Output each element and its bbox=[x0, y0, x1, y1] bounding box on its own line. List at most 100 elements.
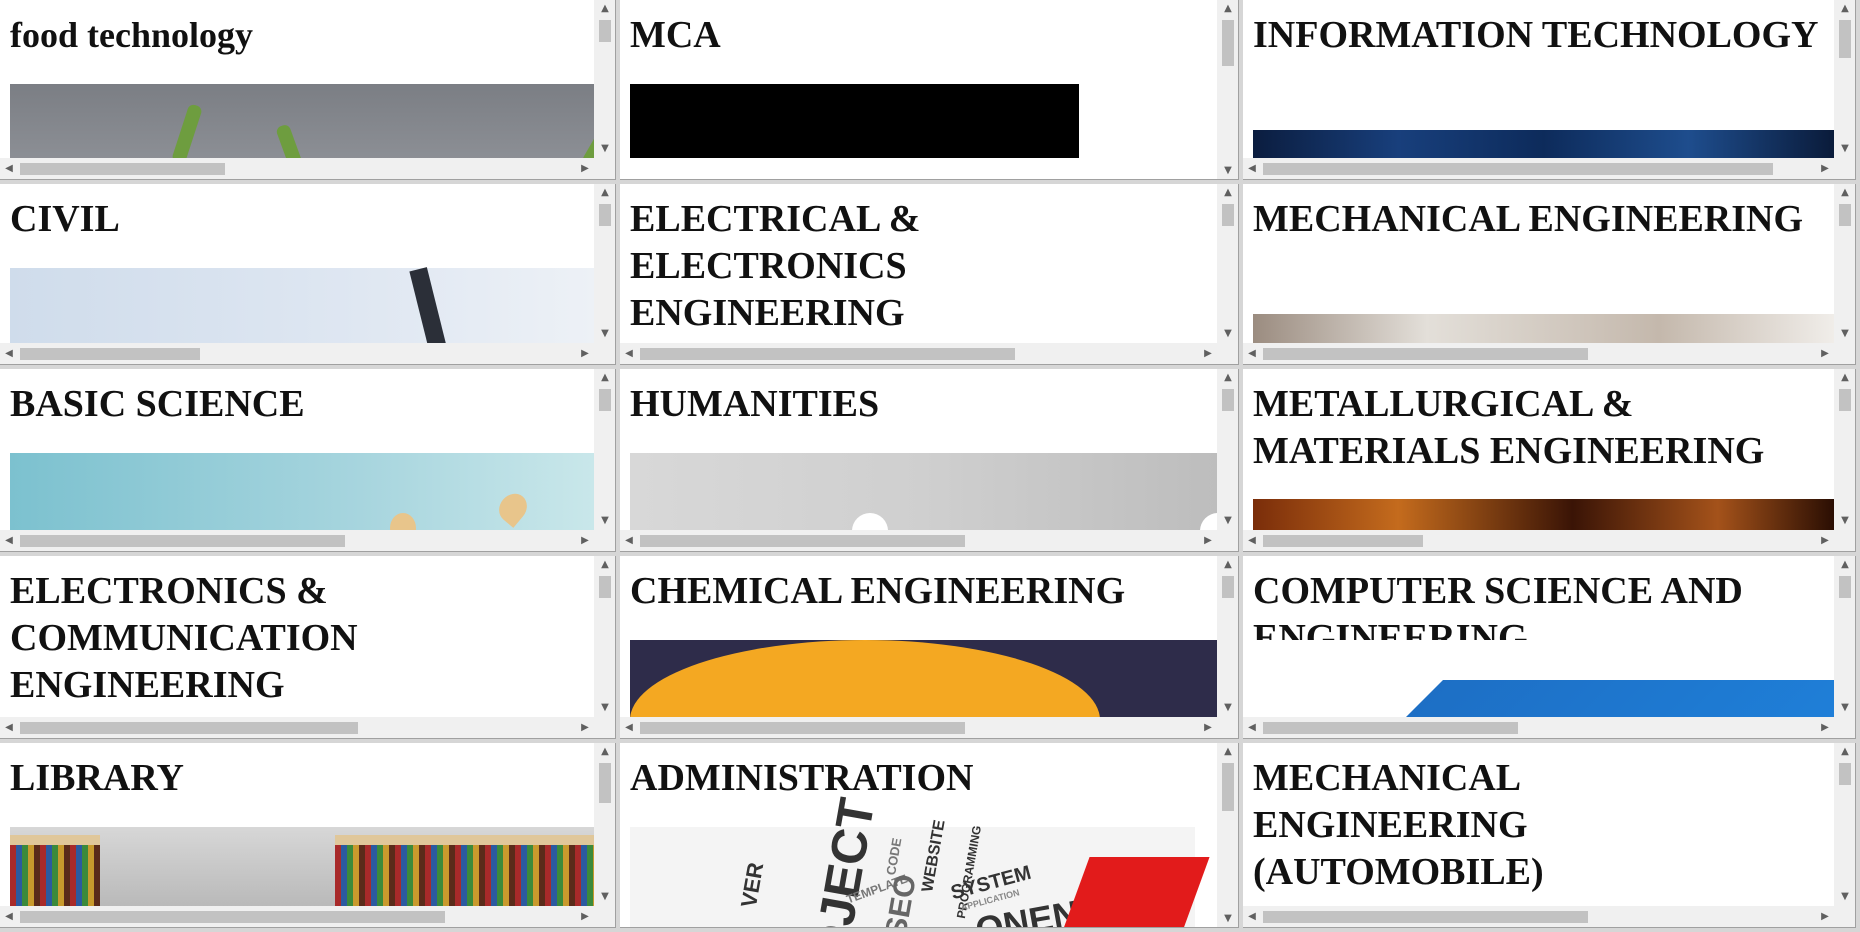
vertical-scrollbar[interactable]: ▲ ▼ bbox=[594, 369, 616, 530]
scrollbar-thumb[interactable] bbox=[599, 20, 611, 42]
vertical-scrollbar[interactable]: ▲ ▼ bbox=[1217, 369, 1239, 530]
scroll-down-arrow-icon[interactable]: ▼ bbox=[1217, 512, 1239, 530]
frame-image[interactable] bbox=[630, 453, 1217, 530]
scrollbar-thumb[interactable] bbox=[1222, 763, 1234, 811]
horizontal-scrollbar[interactable]: ◀ ▶ bbox=[1243, 530, 1834, 552]
frame-image[interactable] bbox=[10, 267, 594, 343]
scrollbar-thumb[interactable] bbox=[1839, 576, 1851, 598]
scroll-up-arrow-icon[interactable]: ▲ bbox=[1834, 743, 1856, 761]
scrollbar-thumb[interactable] bbox=[1263, 163, 1773, 175]
horizontal-scrollbar[interactable]: ◀ ▶ bbox=[1243, 343, 1834, 365]
scroll-right-arrow-icon[interactable]: ▶ bbox=[1199, 530, 1217, 552]
scroll-up-arrow-icon[interactable]: ▲ bbox=[1834, 556, 1856, 574]
scroll-right-arrow-icon[interactable]: ▶ bbox=[576, 343, 594, 365]
frame-mechanical-automobile[interactable]: MECHANICAL ENGINEERING (AUTOMOBILE) ▲ ▼ ◀… bbox=[1243, 743, 1860, 932]
scroll-left-arrow-icon[interactable]: ◀ bbox=[1243, 343, 1261, 365]
scroll-down-arrow-icon[interactable]: ▼ bbox=[594, 888, 616, 906]
horizontal-scrollbar[interactable]: ◀ ▶ bbox=[1243, 906, 1834, 928]
frame-image[interactable] bbox=[10, 827, 594, 906]
scrollbar-thumb[interactable] bbox=[1222, 576, 1234, 598]
scrollbar-thumb[interactable] bbox=[599, 763, 611, 803]
vertical-scrollbar[interactable]: ▲ ▼ bbox=[1834, 0, 1856, 158]
scroll-left-arrow-icon[interactable]: ◀ bbox=[0, 343, 18, 365]
frame-metallurgical[interactable]: METALLURGICAL & MATERIALS ENGINEERING ▲ ▼… bbox=[1243, 369, 1860, 556]
frame-image[interactable] bbox=[1253, 499, 1834, 530]
vertical-scrollbar[interactable]: ▲ ▼ bbox=[594, 0, 616, 158]
scrollbar-thumb[interactable] bbox=[1839, 204, 1851, 226]
frame-title[interactable]: LIBRARY bbox=[10, 755, 594, 802]
scroll-down-arrow-icon[interactable]: ▼ bbox=[1834, 325, 1856, 343]
scrollbar-thumb[interactable] bbox=[1222, 204, 1234, 226]
frame-title[interactable]: CIVIL bbox=[10, 196, 594, 243]
frame-chemical[interactable]: CHEMICAL ENGINEERING ▲ ▼ ◀ ▶ bbox=[620, 556, 1243, 743]
scroll-down-arrow-icon[interactable]: ▼ bbox=[1834, 699, 1856, 717]
scroll-down-arrow-icon[interactable]: ▼ bbox=[1217, 162, 1239, 180]
vertical-scrollbar[interactable]: ▲ ▼ bbox=[1834, 556, 1856, 717]
frame-title[interactable]: ADMINISTRATION bbox=[630, 755, 1217, 802]
scroll-up-arrow-icon[interactable]: ▲ bbox=[594, 0, 616, 18]
frame-food-technology[interactable]: food technology ▲ ▼ ◀ ▶ bbox=[0, 0, 620, 184]
frame-title[interactable]: BASIC SCIENCE bbox=[10, 381, 594, 428]
scroll-right-arrow-icon[interactable]: ▶ bbox=[1199, 343, 1217, 365]
scrollbar-thumb[interactable] bbox=[20, 163, 225, 175]
frame-image[interactable] bbox=[10, 453, 594, 530]
frame-image[interactable] bbox=[1253, 314, 1834, 343]
horizontal-scrollbar[interactable]: ◀ ▶ bbox=[0, 343, 594, 365]
vertical-scrollbar[interactable]: ▲ ▼ bbox=[594, 743, 616, 906]
frame-civil[interactable]: CIVIL ▲ ▼ ◀ ▶ bbox=[0, 184, 620, 369]
scrollbar-thumb[interactable] bbox=[1222, 389, 1234, 411]
frame-ece[interactable]: ELECTRONICS & COMMUNICATION ENGINEERING … bbox=[0, 556, 620, 743]
scroll-up-arrow-icon[interactable]: ▲ bbox=[1217, 369, 1239, 387]
frame-title[interactable]: food technology bbox=[10, 12, 594, 59]
scrollbar-thumb[interactable] bbox=[1263, 535, 1423, 547]
scroll-right-arrow-icon[interactable]: ▶ bbox=[576, 158, 594, 180]
frame-administration[interactable]: ADMINISTRATION VER OJECT TEMPLATE CODE W… bbox=[620, 743, 1243, 932]
scroll-up-arrow-icon[interactable]: ▲ bbox=[594, 743, 616, 761]
frame-image[interactable] bbox=[1253, 640, 1834, 717]
vertical-scrollbar[interactable]: ▲ ▼ bbox=[1217, 0, 1239, 180]
scrollbar-thumb[interactable] bbox=[1839, 763, 1851, 785]
scroll-left-arrow-icon[interactable]: ◀ bbox=[0, 158, 18, 180]
frame-library[interactable]: LIBRARY ▲ ▼ ◀ ▶ bbox=[0, 743, 620, 932]
frame-title[interactable]: CHEMICAL ENGINEERING bbox=[630, 568, 1217, 615]
scroll-left-arrow-icon[interactable]: ◀ bbox=[1243, 158, 1261, 180]
scroll-up-arrow-icon[interactable]: ▲ bbox=[1834, 369, 1856, 387]
scrollbar-thumb[interactable] bbox=[640, 535, 965, 547]
scrollbar-thumb[interactable] bbox=[20, 722, 358, 734]
scroll-left-arrow-icon[interactable]: ◀ bbox=[620, 717, 638, 739]
scrollbar-thumb[interactable] bbox=[1263, 911, 1588, 923]
scroll-down-arrow-icon[interactable]: ▼ bbox=[1217, 910, 1239, 928]
frame-title[interactable]: ELECTRONICS & COMMUNICATION ENGINEERING bbox=[10, 568, 490, 709]
scrollbar-thumb[interactable] bbox=[640, 348, 1015, 360]
frame-humanities[interactable]: HUMANITIES ▲ ▼ ◀ ▶ bbox=[620, 369, 1243, 556]
frame-image[interactable] bbox=[630, 640, 1217, 717]
horizontal-scrollbar[interactable]: ◀ ▶ bbox=[1243, 717, 1834, 739]
scroll-up-arrow-icon[interactable]: ▲ bbox=[1217, 184, 1239, 202]
scrollbar-thumb[interactable] bbox=[1263, 722, 1518, 734]
scrollbar-thumb[interactable] bbox=[599, 204, 611, 226]
scroll-up-arrow-icon[interactable]: ▲ bbox=[1834, 184, 1856, 202]
scroll-left-arrow-icon[interactable]: ◀ bbox=[1243, 530, 1261, 552]
vertical-scrollbar[interactable]: ▲ ▼ bbox=[594, 184, 616, 343]
scroll-up-arrow-icon[interactable]: ▲ bbox=[1217, 556, 1239, 574]
scroll-up-arrow-icon[interactable]: ▲ bbox=[1217, 0, 1239, 18]
frame-mechanical[interactable]: MECHANICAL ENGINEERING ▲ ▼ ◀ ▶ bbox=[1243, 184, 1860, 369]
vertical-scrollbar[interactable]: ▲ ▼ bbox=[1834, 369, 1856, 530]
scrollbar-thumb[interactable] bbox=[20, 348, 200, 360]
scroll-up-arrow-icon[interactable]: ▲ bbox=[594, 184, 616, 202]
frame-title[interactable]: ELECTRICAL & ELECTRONICS ENGINEERING bbox=[630, 196, 1090, 337]
frame-title[interactable]: MECHANICAL ENGINEERING bbox=[1253, 196, 1834, 243]
scroll-right-arrow-icon[interactable]: ▶ bbox=[576, 530, 594, 552]
scrollbar-thumb[interactable] bbox=[1839, 20, 1851, 58]
vertical-scrollbar[interactable]: ▲ ▼ bbox=[594, 556, 616, 717]
scroll-right-arrow-icon[interactable]: ▶ bbox=[1199, 717, 1217, 739]
scroll-down-arrow-icon[interactable]: ▼ bbox=[1834, 888, 1856, 906]
scroll-up-arrow-icon[interactable]: ▲ bbox=[594, 556, 616, 574]
frame-image[interactable] bbox=[1253, 130, 1834, 158]
scrollbar-thumb[interactable] bbox=[1222, 20, 1234, 66]
scroll-up-arrow-icon[interactable]: ▲ bbox=[1217, 743, 1239, 761]
scrollbar-thumb[interactable] bbox=[599, 576, 611, 598]
scroll-down-arrow-icon[interactable]: ▼ bbox=[1834, 140, 1856, 158]
vertical-scrollbar[interactable]: ▲ ▼ bbox=[1834, 743, 1856, 906]
scroll-down-arrow-icon[interactable]: ▼ bbox=[594, 140, 616, 158]
